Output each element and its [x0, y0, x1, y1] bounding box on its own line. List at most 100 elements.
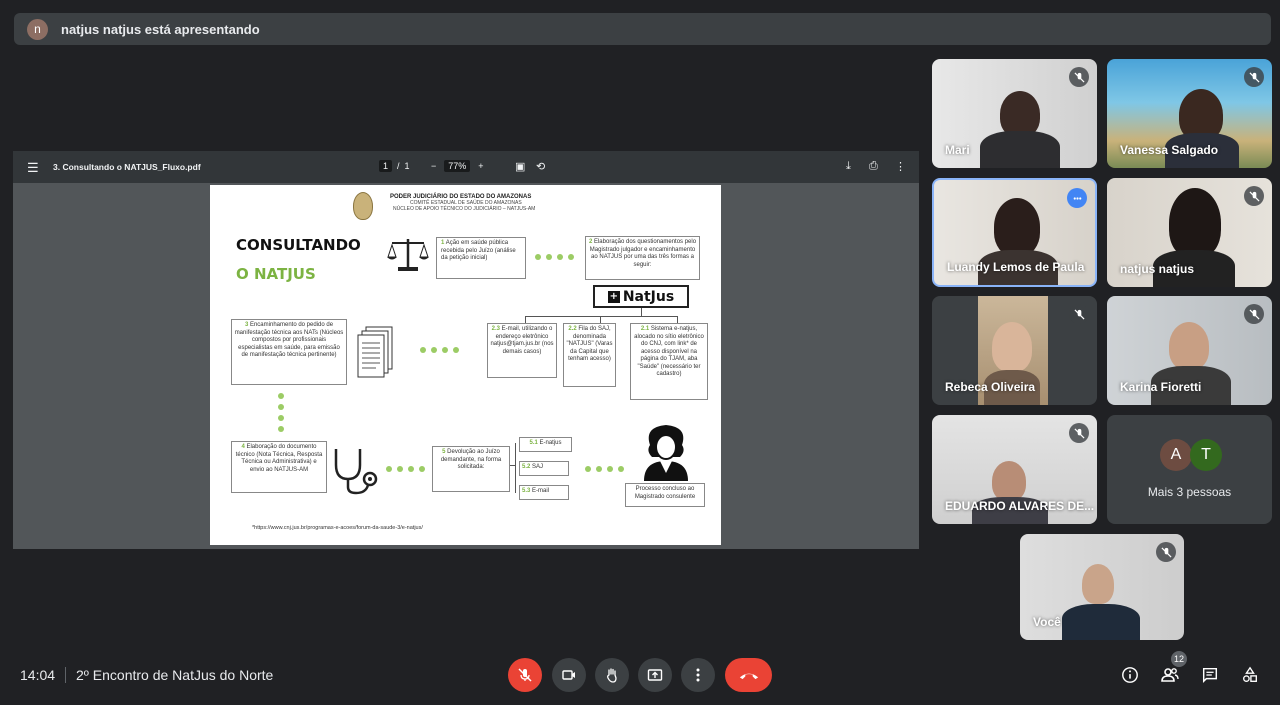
page-total: 1: [404, 161, 410, 171]
flow-box-5-text: Devolução ao Juízo demandante, na forma …: [440, 449, 502, 470]
participant-tile[interactable]: Karina Fioretti: [1107, 296, 1272, 405]
flow-box-5-2-text: SAJ: [532, 464, 544, 470]
mic-off-icon: [518, 668, 532, 682]
present-screen-button[interactable]: [638, 658, 672, 692]
activities-icon: [1243, 666, 1257, 682]
present-icon: [647, 669, 663, 681]
mic-off-icon: [1069, 67, 1089, 87]
mic-off-icon: [1244, 186, 1264, 206]
footnote: *https://www.cnj.jus.br/programas-e-acoe…: [252, 525, 423, 531]
zoom-controls: − 77% +: [431, 160, 484, 172]
zoom-in-button[interactable]: +: [478, 161, 483, 171]
people-button[interactable]: [1160, 665, 1180, 685]
participant-name: Mari: [945, 143, 970, 157]
people-count-badge: 12: [1171, 651, 1187, 667]
natjus-logo: + NatJus: [593, 285, 689, 308]
presentation-area: ☰ 3. Consultando o NATJUS_Fluxo.pdf 1 / …: [13, 151, 919, 549]
flow-box-5-3-text: E-mail: [532, 488, 550, 494]
header-line-3: NÚCLEO DE APOIO TÉCNICO DO JUDICIÁRIO – …: [393, 206, 536, 212]
self-name: Você: [1033, 615, 1061, 629]
more-avatar-t: T: [1190, 439, 1222, 471]
more-options-button[interactable]: [681, 658, 715, 692]
flow-box-4-text: Elaboração do documento técnico (Nota Té…: [235, 444, 323, 473]
chat-button[interactable]: [1200, 665, 1220, 685]
participant-name: natjus natjus: [1120, 262, 1195, 276]
pdf-toolbar: ☰ 3. Consultando o NATJUS_Fluxo.pdf 1 / …: [13, 151, 919, 183]
activities-button[interactable]: [1240, 665, 1260, 685]
flow-box-3: 3 Encaminhamento do pedido de manifestaç…: [231, 319, 347, 385]
flow-box-2-num: 2: [588, 239, 593, 245]
flow-box-5-3-num: 5.3: [522, 488, 531, 494]
flow-box-5-3: 5.3 E-mail: [519, 485, 569, 500]
documents-icon: [357, 326, 393, 378]
self-view-tile[interactable]: Você: [1020, 534, 1184, 640]
stethoscope-icon: [334, 449, 378, 495]
participant-tile[interactable]: Mari: [932, 59, 1097, 168]
flow-box-2-1-num: 2.1: [640, 326, 650, 332]
flow-box-4-num: 4: [241, 444, 245, 450]
magistrate-icon: [644, 425, 688, 481]
participant-tile[interactable]: EDUARDO ALVARES DE...: [932, 415, 1097, 524]
raise-hand-button[interactable]: [595, 658, 629, 692]
pdf-filename: 3. Consultando o NATJUS_Fluxo.pdf: [53, 162, 201, 172]
mic-toggle-button[interactable]: [508, 658, 542, 692]
document-header: PODER JUDICIÁRIO DO ESTADO DO AMAZONAS C…: [390, 194, 610, 212]
more-options-icon[interactable]: ⋮: [895, 160, 906, 173]
flow-box-1-text: Ação em saúde pública recebida pelo Juíz…: [441, 240, 516, 261]
meeting-time: 14:04: [20, 667, 56, 683]
participant-tile[interactable]: Rebeca Oliveira: [932, 296, 1097, 405]
natjus-logo-text: NatJus: [622, 288, 675, 305]
mic-off-icon: [1069, 304, 1089, 324]
flow-box-3-text: Encaminhamento do pedido de manifestação…: [234, 322, 344, 358]
flow-box-1: 1 Ação em saúde pública recebida pelo Ju…: [436, 237, 526, 279]
page-indicator: 1 / 1: [379, 160, 410, 172]
flow-box-5: 5 Devolução ao Juízo demandante, na form…: [432, 446, 510, 492]
flow-box-2: 2 Elaboração dos questionamentos pelo Ma…: [585, 236, 700, 280]
menu-icon[interactable]: ☰: [27, 160, 39, 176]
more-participants-tile[interactable]: A T Mais 3 pessoas: [1107, 415, 1272, 524]
zoom-out-button[interactable]: −: [431, 161, 436, 171]
rotate-icon[interactable]: ⟲: [536, 160, 545, 173]
flow-box-5-1-text: E-natjus: [539, 440, 562, 446]
tjam-seal-icon: [353, 192, 373, 220]
meeting-info-button[interactable]: [1120, 665, 1140, 685]
end-call-button[interactable]: [725, 658, 772, 692]
camera-toggle-button[interactable]: [552, 658, 586, 692]
fit-page-icon[interactable]: ▣: [515, 160, 525, 173]
participant-tile-speaking[interactable]: Luandy Lemos de Paula: [932, 178, 1097, 287]
print-icon[interactable]: ⎙: [869, 160, 878, 173]
participant-name: Karina Fioretti: [1120, 380, 1202, 394]
mic-off-icon: [1069, 423, 1089, 443]
more-avatar-a: A: [1160, 439, 1192, 471]
flow-box-3-num: 3: [244, 322, 249, 328]
participant-tile[interactable]: Vanessa Salgado: [1107, 59, 1272, 168]
natjus-cross-icon: +: [607, 290, 620, 303]
presenter-avatar: n: [27, 18, 48, 40]
flow-box-2-2: 2.2 Fila do SAJ, denominada "NATJUS" (Va…: [563, 323, 616, 387]
flow-box-2-3-text: E-mail, utilizando o endereço eletrônico…: [490, 326, 554, 355]
hang-up-icon: [739, 673, 758, 679]
dots-5-end: [585, 466, 624, 472]
flow-box-4: 4 Elaboração do documento técnico (Nota …: [231, 441, 327, 493]
chat-icon: [1202, 667, 1218, 684]
flow-box-5-1-num: 5.1: [529, 440, 538, 446]
flow-box-2-2-num: 2.2: [568, 326, 577, 332]
flow-box-1-num: 1: [441, 240, 445, 246]
flow-box-2-3: 2.3 E-mail, utilizando o endereço eletrô…: [487, 323, 557, 378]
download-icon[interactable]: ⤓: [846, 160, 851, 173]
zoom-input[interactable]: 77%: [444, 160, 471, 172]
hand-icon: [607, 668, 617, 683]
page-input[interactable]: 1: [379, 160, 393, 172]
doc-title-line1: CONSULTANDO: [236, 236, 361, 254]
presenting-banner: n natjus natjus está apresentando: [14, 13, 1271, 45]
doc-title-line2: O NATJUS: [236, 265, 316, 283]
camera-icon: [562, 670, 575, 680]
mic-off-icon: [1244, 304, 1264, 324]
dots-4-5: [386, 466, 425, 472]
separator: [65, 667, 66, 683]
scales-icon: [387, 239, 429, 271]
participant-name: Rebeca Oliveira: [945, 380, 1036, 394]
participant-tile[interactable]: natjus natjus: [1107, 178, 1272, 287]
pdf-page: PODER JUDICIÁRIO DO ESTADO DO AMAZONAS C…: [210, 185, 721, 545]
meeting-title: 2º Encontro de NatJus do Norte: [76, 667, 274, 683]
